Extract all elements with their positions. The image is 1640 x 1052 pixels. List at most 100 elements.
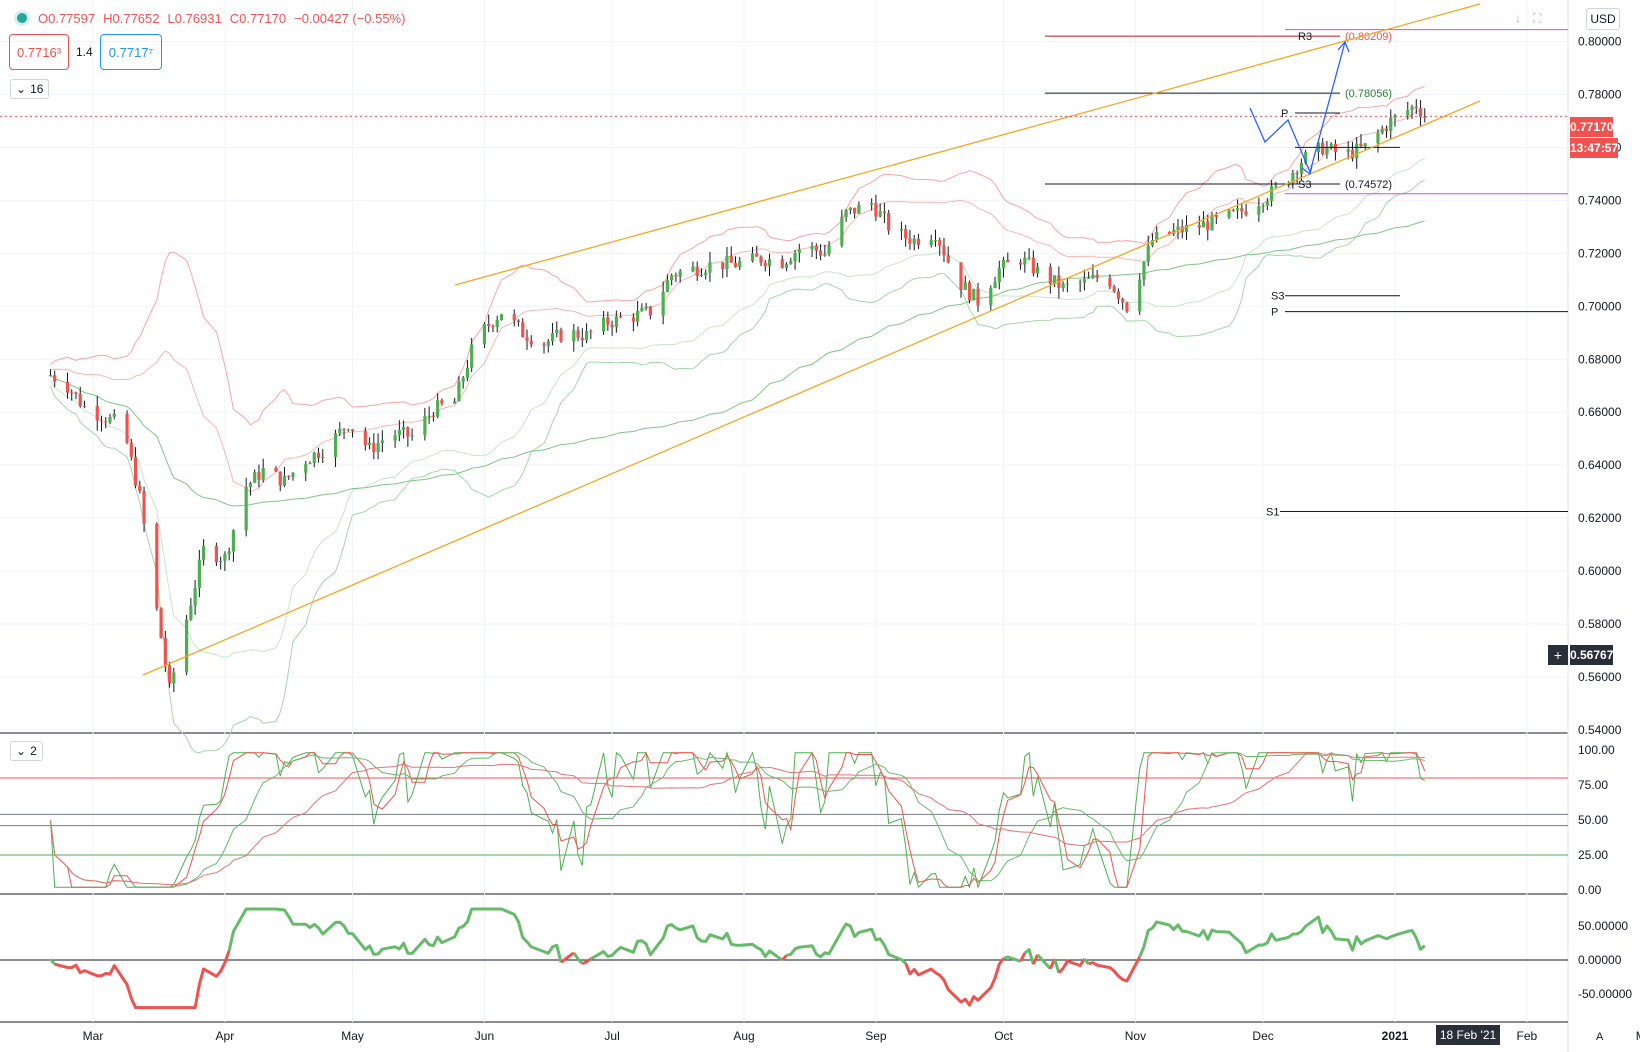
market-status-icon: [14, 10, 30, 26]
crosshair-date-tag: 18 Feb '21: [1436, 1025, 1500, 1045]
candle-body: [1206, 221, 1210, 231]
last-price-tag: 0.77170: [1570, 117, 1614, 137]
y-tick-label: -50.00000: [1578, 987, 1632, 1001]
candle-body: [827, 245, 831, 254]
close-value: C0.77170: [229, 10, 287, 26]
candle-body: [699, 274, 704, 277]
currency-selector[interactable]: USD: [1586, 8, 1620, 30]
candle-body: [1197, 224, 1201, 228]
candle-body: [704, 272, 708, 275]
candle-body: [555, 329, 559, 333]
candle-body: [525, 337, 529, 341]
candle-body: [674, 275, 678, 277]
candle-body: [759, 256, 763, 263]
chevron-down-icon: ⌄: [16, 744, 27, 758]
candle-body: [1048, 266, 1052, 284]
indicators-count: 16: [30, 82, 44, 96]
candle-body: [155, 523, 159, 609]
candle-body: [946, 255, 950, 263]
candle-body: [138, 485, 142, 491]
candle-body: [1321, 142, 1325, 155]
pivot-value-label: (0.80209): [1345, 31, 1392, 43]
arrow-down-icon[interactable]: ↓: [1515, 11, 1521, 26]
sell-button[interactable]: 0.7716³: [9, 34, 69, 70]
candle-body: [159, 608, 163, 639]
auto-scale-button[interactable]: A: [1596, 1031, 1603, 1043]
candle-body: [631, 317, 635, 322]
candle-body: [482, 323, 487, 345]
candle-body: [784, 263, 789, 268]
candle-body: [431, 415, 435, 417]
candle-body: [125, 413, 129, 443]
candle-body: [219, 560, 223, 563]
candle-body: [853, 207, 857, 214]
candle-body: [1142, 261, 1146, 280]
candle-body: [738, 260, 742, 267]
oscillator-line: [904, 957, 1005, 1007]
x-tick-label: Feb: [1517, 1029, 1538, 1043]
candle-body: [1112, 286, 1116, 292]
candle-body: [810, 245, 814, 250]
candle-body: [912, 238, 916, 244]
stochastic-pane: [0, 751, 1568, 889]
candle-body: [1346, 149, 1350, 153]
y-tick-label: 0.60000: [1578, 564, 1622, 578]
candle-body: [65, 381, 70, 393]
x-tick-label: Nov: [1125, 1029, 1146, 1043]
candle-body: [1359, 143, 1363, 147]
plus-icon[interactable]: +: [1548, 645, 1568, 665]
candle-body: [572, 330, 576, 342]
candle-body: [1423, 117, 1427, 119]
candle-body: [167, 665, 172, 684]
candle-body: [1235, 208, 1240, 211]
y-tick-label: 0.68000: [1578, 352, 1622, 366]
candle-body: [606, 317, 610, 325]
candle-body: [193, 588, 197, 606]
candle-body: [665, 280, 670, 292]
candle-body: [789, 261, 793, 264]
candle-body: [818, 250, 823, 256]
candle-body: [1082, 278, 1086, 283]
oscillator-line: [54, 949, 231, 1010]
candle-body: [321, 457, 325, 459]
maximize-icon[interactable]: ⛶: [1533, 11, 1541, 26]
candle-body: [882, 211, 887, 214]
chart-canvas[interactable]: R3 (0.80209) (0.78056) P S3 (0.74572) S3 P S1 0.…: [0, 0, 1640, 1052]
pivot-label: R3: [1298, 31, 1312, 43]
y-tick-label: 0.72000: [1578, 246, 1622, 260]
candle-body: [1176, 226, 1180, 230]
candle-body: [848, 207, 852, 210]
candle-body: [576, 330, 580, 338]
candle-body: [53, 375, 57, 382]
low-value: L0.76931: [167, 10, 222, 26]
candle-body: [163, 638, 167, 666]
y-tick-label: 25.00: [1578, 848, 1608, 862]
pane2-toggle[interactable]: ⌄ 2: [10, 741, 43, 761]
upper-band-outer: [50, 86, 1425, 426]
candle-body: [291, 472, 295, 477]
oscillator-pane: [0, 907, 1568, 1010]
stoch-k-line: [50, 751, 1426, 889]
candle-body: [99, 420, 104, 422]
candle-body: [1333, 143, 1338, 153]
candle-body: [967, 282, 972, 301]
buy-button[interactable]: 0.7717⁷: [100, 34, 162, 70]
y-tick-label: 50.00000: [1578, 919, 1628, 933]
candle-body: [82, 405, 87, 407]
candle-body: [1295, 172, 1299, 174]
candle-body: [733, 262, 738, 267]
lower-band-outer: [50, 179, 1425, 754]
stoch-d-line: [50, 751, 1426, 888]
pivot-label: S3: [1298, 179, 1311, 191]
candle-body: [797, 249, 801, 254]
y-tick-label: 0.56000: [1578, 670, 1622, 684]
oscillator-line: [560, 951, 575, 964]
candle-body: [465, 367, 470, 378]
y-tick-label: 0.70000: [1578, 299, 1622, 313]
candle-body: [1061, 283, 1065, 289]
candle-body: [261, 467, 265, 480]
candle-body: [878, 211, 882, 217]
candle-body: [491, 326, 495, 328]
indicators-toggle[interactable]: ⌄ 16: [10, 79, 50, 99]
candle-body: [691, 266, 695, 272]
